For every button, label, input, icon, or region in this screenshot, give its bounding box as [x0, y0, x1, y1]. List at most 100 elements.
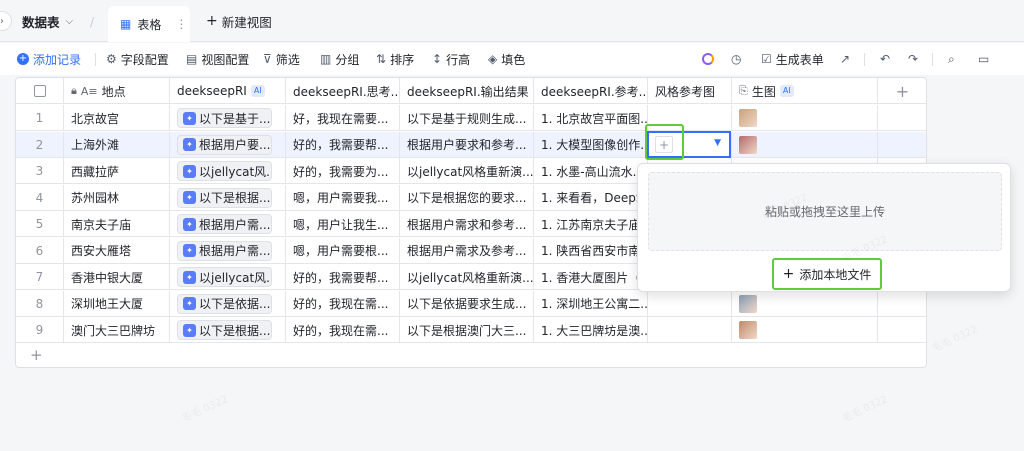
- fill-button[interactable]: ◈ 填色: [488, 43, 525, 75]
- ref-cell[interactable]: 1. 江苏南京夫子庙...: [534, 211, 648, 237]
- think-cell[interactable]: 好的，我需要帮...: [286, 264, 400, 290]
- out-cell[interactable]: 以下是根据您的要求...: [400, 184, 534, 211]
- column-header-reference[interactable]: deekseepRI.参考...: [534, 78, 648, 104]
- think-cell[interactable]: 好的，我需要为...: [286, 158, 400, 184]
- ref-cell[interactable]: 1. 香港大厦图片（...: [534, 264, 648, 290]
- ai-result-chip[interactable]: ✦ 以下是依据...: [177, 293, 272, 314]
- place-cell[interactable]: 南京夫子庙: [64, 211, 170, 237]
- share-icon[interactable]: ↗: [840, 43, 850, 75]
- out-cell[interactable]: 以jellycat风格重新演...: [400, 264, 534, 290]
- ai-result-chip[interactable]: ✦ 以下是根据...: [177, 187, 272, 208]
- think-cell[interactable]: 嗯，用户让我生...: [286, 211, 400, 237]
- row-number[interactable]: 9: [16, 317, 64, 343]
- think-cell[interactable]: 嗯，用户需要根...: [286, 237, 400, 264]
- chevron-left-icon[interactable]: ›: [0, 11, 12, 31]
- row-number[interactable]: 5: [16, 211, 64, 237]
- place-cell[interactable]: 西藏拉萨: [64, 158, 170, 184]
- comment-icon[interactable]: ▭: [978, 43, 989, 75]
- row-number[interactable]: 4: [16, 184, 64, 211]
- image-thumbnail[interactable]: [739, 135, 757, 154]
- think-cell[interactable]: 嗯，用户需要我...: [286, 184, 400, 211]
- ai-cell[interactable]: ✦ 根据用户需...: [170, 237, 286, 264]
- ai-cell[interactable]: ✦ 根据用户需...: [170, 211, 286, 237]
- out-cell[interactable]: 以jellycat风格重新演...: [400, 158, 534, 184]
- ai-cell[interactable]: ✦ 以jellycat风...: [170, 158, 286, 184]
- out-cell[interactable]: 以下是依据要求生成...: [400, 290, 534, 317]
- ai-result-chip[interactable]: ✦ 根据用户需...: [177, 214, 272, 234]
- style-ref-cell[interactable]: [648, 290, 732, 317]
- out-cell[interactable]: 根据用户需求及参考...: [400, 237, 534, 264]
- out-cell[interactable]: 根据用户要求和参考...: [400, 131, 534, 158]
- table-row[interactable]: 9 澳门大三巴牌坊 ✦ 以下是根据... 好的，我现在需... 以下是根据澳门大三... 1…: [16, 317, 926, 343]
- add-record-button[interactable]: + 添加记录: [17, 43, 81, 75]
- image-cell[interactable]: [732, 290, 878, 317]
- add-column-button[interactable]: +: [878, 78, 926, 104]
- row-number[interactable]: 6: [16, 237, 64, 264]
- group-button[interactable]: ▥ 分组: [320, 43, 359, 75]
- image-thumbnail[interactable]: [739, 321, 757, 339]
- image-cell[interactable]: [732, 317, 878, 343]
- search-icon[interactable]: ⌕: [948, 43, 955, 75]
- ai-cell[interactable]: ✦ 以下是根据...: [170, 317, 286, 343]
- out-cell[interactable]: 根据用户需求和参考...: [400, 211, 534, 237]
- upload-dropzone[interactable]: 粘贴或拖拽至这里上传: [648, 172, 1002, 251]
- select-all-checkbox[interactable]: [16, 78, 64, 104]
- ai-cell[interactable]: ✦ 以jellycat风...: [170, 264, 286, 290]
- add-row-button[interactable]: +: [30, 346, 43, 364]
- ai-cell[interactable]: ✦ 以下是根据...: [170, 184, 286, 211]
- table-row[interactable]: 8 深圳地王大厦 ✦ 以下是依据... 好的，我现在需... 以下是依据要求生成... 1.…: [16, 290, 926, 317]
- ai-icon[interactable]: [702, 43, 714, 75]
- ref-cell[interactable]: 1. 陕西省西安市南...: [534, 237, 648, 264]
- filter-button[interactable]: ⊽ 筛选: [263, 43, 300, 75]
- ai-cell[interactable]: ✦ 以下是依据...: [170, 290, 286, 317]
- column-header-style-ref[interactable]: 风格参考图: [648, 78, 732, 104]
- ref-cell[interactable]: 1. 北京故宫平面图...: [534, 105, 648, 131]
- ref-cell[interactable]: 1. 来看看，DeepS...: [534, 184, 648, 211]
- column-header-image[interactable]: ⎘ 生图 AI: [732, 78, 878, 104]
- column-header-ai[interactable]: deekseepRI AI: [170, 78, 286, 104]
- place-cell[interactable]: 深圳地王大厦: [64, 290, 170, 317]
- ai-result-chip[interactable]: ✦ 以下是根据...: [177, 320, 272, 340]
- undo-icon[interactable]: ↶: [880, 43, 890, 75]
- automation-icon[interactable]: ◷: [731, 43, 741, 75]
- ref-cell[interactable]: 1. 深圳地王公寓二...: [534, 290, 648, 317]
- new-view-button[interactable]: + 新建视图: [206, 0, 272, 42]
- ai-result-chip[interactable]: ✦ 以jellycat风...: [177, 161, 272, 181]
- more-icon[interactable]: ⋮: [175, 17, 187, 31]
- column-header-think[interactable]: deekseepRI.思考...: [286, 78, 400, 104]
- row-height-button[interactable]: ↕ 行高: [432, 43, 470, 75]
- image-cell[interactable]: [732, 131, 878, 158]
- ai-cell[interactable]: ✦ 根据用户要...: [170, 131, 286, 158]
- ai-result-chip[interactable]: ✦ 以jellycat风...: [177, 267, 272, 287]
- field-config-button[interactable]: ⚙ 字段配置: [106, 43, 169, 75]
- row-number[interactable]: 1: [16, 105, 64, 131]
- place-cell[interactable]: 西安大雁塔: [64, 237, 170, 264]
- ai-result-chip[interactable]: ✦ 根据用户要...: [177, 134, 272, 155]
- generate-form-button[interactable]: ☑ 生成表单: [761, 43, 824, 75]
- ai-result-chip[interactable]: ✦ 以下是基于...: [177, 108, 272, 128]
- out-cell[interactable]: 以下是根据澳门大三...: [400, 317, 534, 343]
- out-cell[interactable]: 以下是基于规则生成...: [400, 105, 534, 131]
- table-row[interactable]: 1 北京故宫 ✦ 以下是基于... 好，我现在需要... 以下是基于规则生成... 1. 北…: [16, 105, 926, 131]
- row-number[interactable]: 7: [16, 264, 64, 290]
- image-cell[interactable]: [732, 105, 878, 131]
- add-local-file-button[interactable]: + 添加本地文件: [772, 258, 882, 290]
- row-number[interactable]: 8: [16, 290, 64, 317]
- place-cell[interactable]: 北京故宫: [64, 105, 170, 131]
- column-header-place[interactable]: 🔒︎ A≡ 地点: [64, 78, 170, 104]
- table-selector[interactable]: 数据表 ⌵: [22, 0, 73, 42]
- think-cell[interactable]: 好的，我需要帮...: [286, 131, 400, 158]
- ai-result-chip[interactable]: ✦ 根据用户需...: [177, 240, 272, 261]
- row-number[interactable]: 3: [16, 158, 64, 184]
- table-row[interactable]: 2 上海外滩 ✦ 根据用户要... 好的，我需要帮... 根据用户要求和参考... 1. 大…: [16, 131, 926, 158]
- ref-cell[interactable]: 1. 大三巴牌坊是澳...: [534, 317, 648, 343]
- ref-cell[interactable]: 1. 水墨-高山流水...: [534, 158, 648, 184]
- think-cell[interactable]: 好的，我现在需...: [286, 290, 400, 317]
- sort-button[interactable]: ⇅ 排序: [376, 43, 414, 75]
- redo-icon[interactable]: ↷: [908, 43, 918, 75]
- ref-cell[interactable]: 1. 大模型图像创作...: [534, 131, 648, 158]
- think-cell[interactable]: 好的，我现在需...: [286, 317, 400, 343]
- place-cell[interactable]: 香港中银大厦: [64, 264, 170, 290]
- row-number[interactable]: 2: [16, 131, 64, 158]
- image-thumbnail[interactable]: [739, 109, 757, 127]
